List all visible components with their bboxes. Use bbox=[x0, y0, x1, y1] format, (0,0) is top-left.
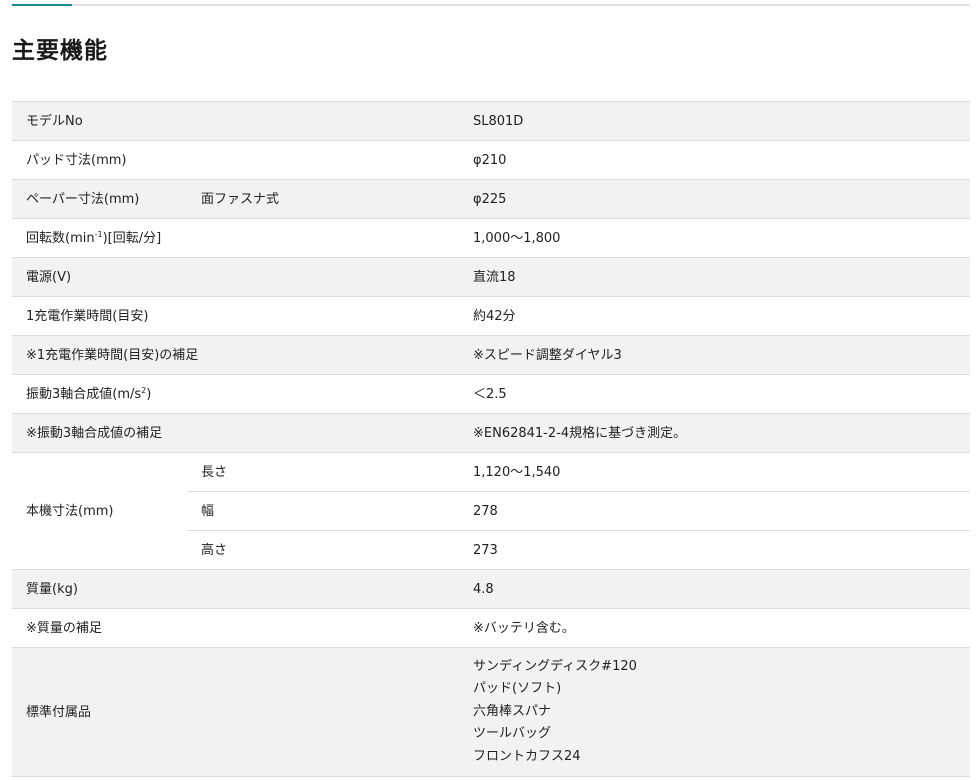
row-value: ※EN62841-2-4規格に基づき測定。 bbox=[459, 413, 970, 453]
spec-row-vibration-note: ※振動3軸合成値の補足 ※EN62841-2-4規格に基づき測定。 bbox=[12, 413, 970, 453]
label-text: 回転数(min bbox=[26, 230, 95, 246]
list-item: ツールバッグ bbox=[473, 726, 552, 742]
row-value: 273 bbox=[459, 530, 970, 570]
row-label: 質量(kg) bbox=[12, 569, 459, 609]
row-value: SL801D bbox=[459, 101, 970, 141]
row-value: φ225 bbox=[459, 179, 970, 219]
spec-row-weight-note: ※質量の補足 ※バッテリ含む。 bbox=[12, 608, 970, 648]
spec-row-vibration: 振動3軸合成値(m/s2) ＜2.5 bbox=[12, 374, 970, 414]
row-value: 4.8 bbox=[459, 569, 970, 609]
spec-row-rpm: 回転数(min-1)[回転/分] 1,000〜1,800 bbox=[12, 218, 970, 258]
row-value: φ210 bbox=[459, 140, 970, 180]
spec-row-model: モデルNo SL801D bbox=[12, 101, 970, 141]
spec-row-dimensions-length: 本機寸法(mm) 長さ 1,120〜1,540 bbox=[12, 452, 970, 570]
spec-row-pad-size: パッド寸法(mm) φ210 bbox=[12, 140, 970, 180]
spec-row-accessories: 標準付属品 サンディングディスク#120 パッド(ソフト) 六角棒スパナ ツール… bbox=[12, 647, 970, 777]
spec-table: モデルNo SL801D パッド寸法(mm) φ210 ペーパー寸法(mm) 面… bbox=[12, 101, 970, 777]
spec-row-runtime-note: ※1充電作業時間(目安)の補足 ※スピード調整ダイヤル3 bbox=[12, 335, 970, 375]
row-sublabel: 面ファスナ式 bbox=[187, 179, 459, 219]
row-value: ※スピード調整ダイヤル3 bbox=[459, 335, 970, 375]
row-label: ※質量の補足 bbox=[12, 608, 459, 648]
list-item: 六角棒スパナ bbox=[473, 703, 552, 719]
row-label: 電源(V) bbox=[12, 257, 459, 297]
accessory-list: サンディングディスク#120 パッド(ソフト) 六角棒スパナ ツールバッグ フロ… bbox=[459, 647, 970, 777]
label-text: 振動3軸合成値(m/s bbox=[26, 386, 142, 402]
spec-row-power: 電源(V) 直流18 bbox=[12, 257, 970, 297]
row-value: ＜2.5 bbox=[459, 374, 970, 414]
row-value: ※バッテリ含む。 bbox=[459, 608, 970, 648]
row-value: 1,000〜1,800 bbox=[459, 218, 970, 258]
label-text: )[回転/分] bbox=[102, 230, 162, 246]
row-value: 1,120〜1,540 bbox=[459, 452, 970, 492]
label-text: ) bbox=[146, 386, 152, 402]
row-label: 標準付属品 bbox=[12, 647, 459, 777]
spec-row-runtime: 1充電作業時間(目安) 約42分 bbox=[12, 296, 970, 336]
row-label: 本機寸法(mm) bbox=[12, 452, 187, 570]
row-label: パッド寸法(mm) bbox=[12, 140, 459, 180]
label-superscript: -1 bbox=[94, 229, 103, 239]
row-sublabel: 高さ bbox=[187, 530, 459, 570]
list-item: パッド(ソフト) bbox=[473, 681, 562, 697]
top-rule bbox=[12, 4, 970, 6]
row-label: モデルNo bbox=[12, 101, 459, 141]
row-label: ※1充電作業時間(目安)の補足 bbox=[12, 335, 459, 375]
row-label: ※振動3軸合成値の補足 bbox=[12, 413, 459, 453]
row-value: 約42分 bbox=[459, 296, 970, 336]
row-sublabel: 幅 bbox=[187, 491, 459, 531]
spec-row-weight: 質量(kg) 4.8 bbox=[12, 569, 970, 609]
row-label: 振動3軸合成値(m/s2) bbox=[12, 374, 459, 414]
top-accent-bar bbox=[12, 4, 72, 6]
row-label: ペーパー寸法(mm) bbox=[12, 179, 187, 219]
list-item: フロントカフス24 bbox=[473, 748, 581, 764]
row-value: 278 bbox=[459, 491, 970, 531]
row-value: 直流18 bbox=[459, 257, 970, 297]
row-label: 回転数(min-1)[回転/分] bbox=[12, 218, 459, 258]
row-label: 1充電作業時間(目安) bbox=[12, 296, 459, 336]
page-title: 主要機能 bbox=[12, 38, 108, 64]
spec-row-paper-size: ペーパー寸法(mm) 面ファスナ式 φ225 bbox=[12, 179, 970, 219]
list-item: サンディングディスク#120 bbox=[473, 658, 637, 674]
row-sublabel: 長さ bbox=[187, 452, 459, 492]
